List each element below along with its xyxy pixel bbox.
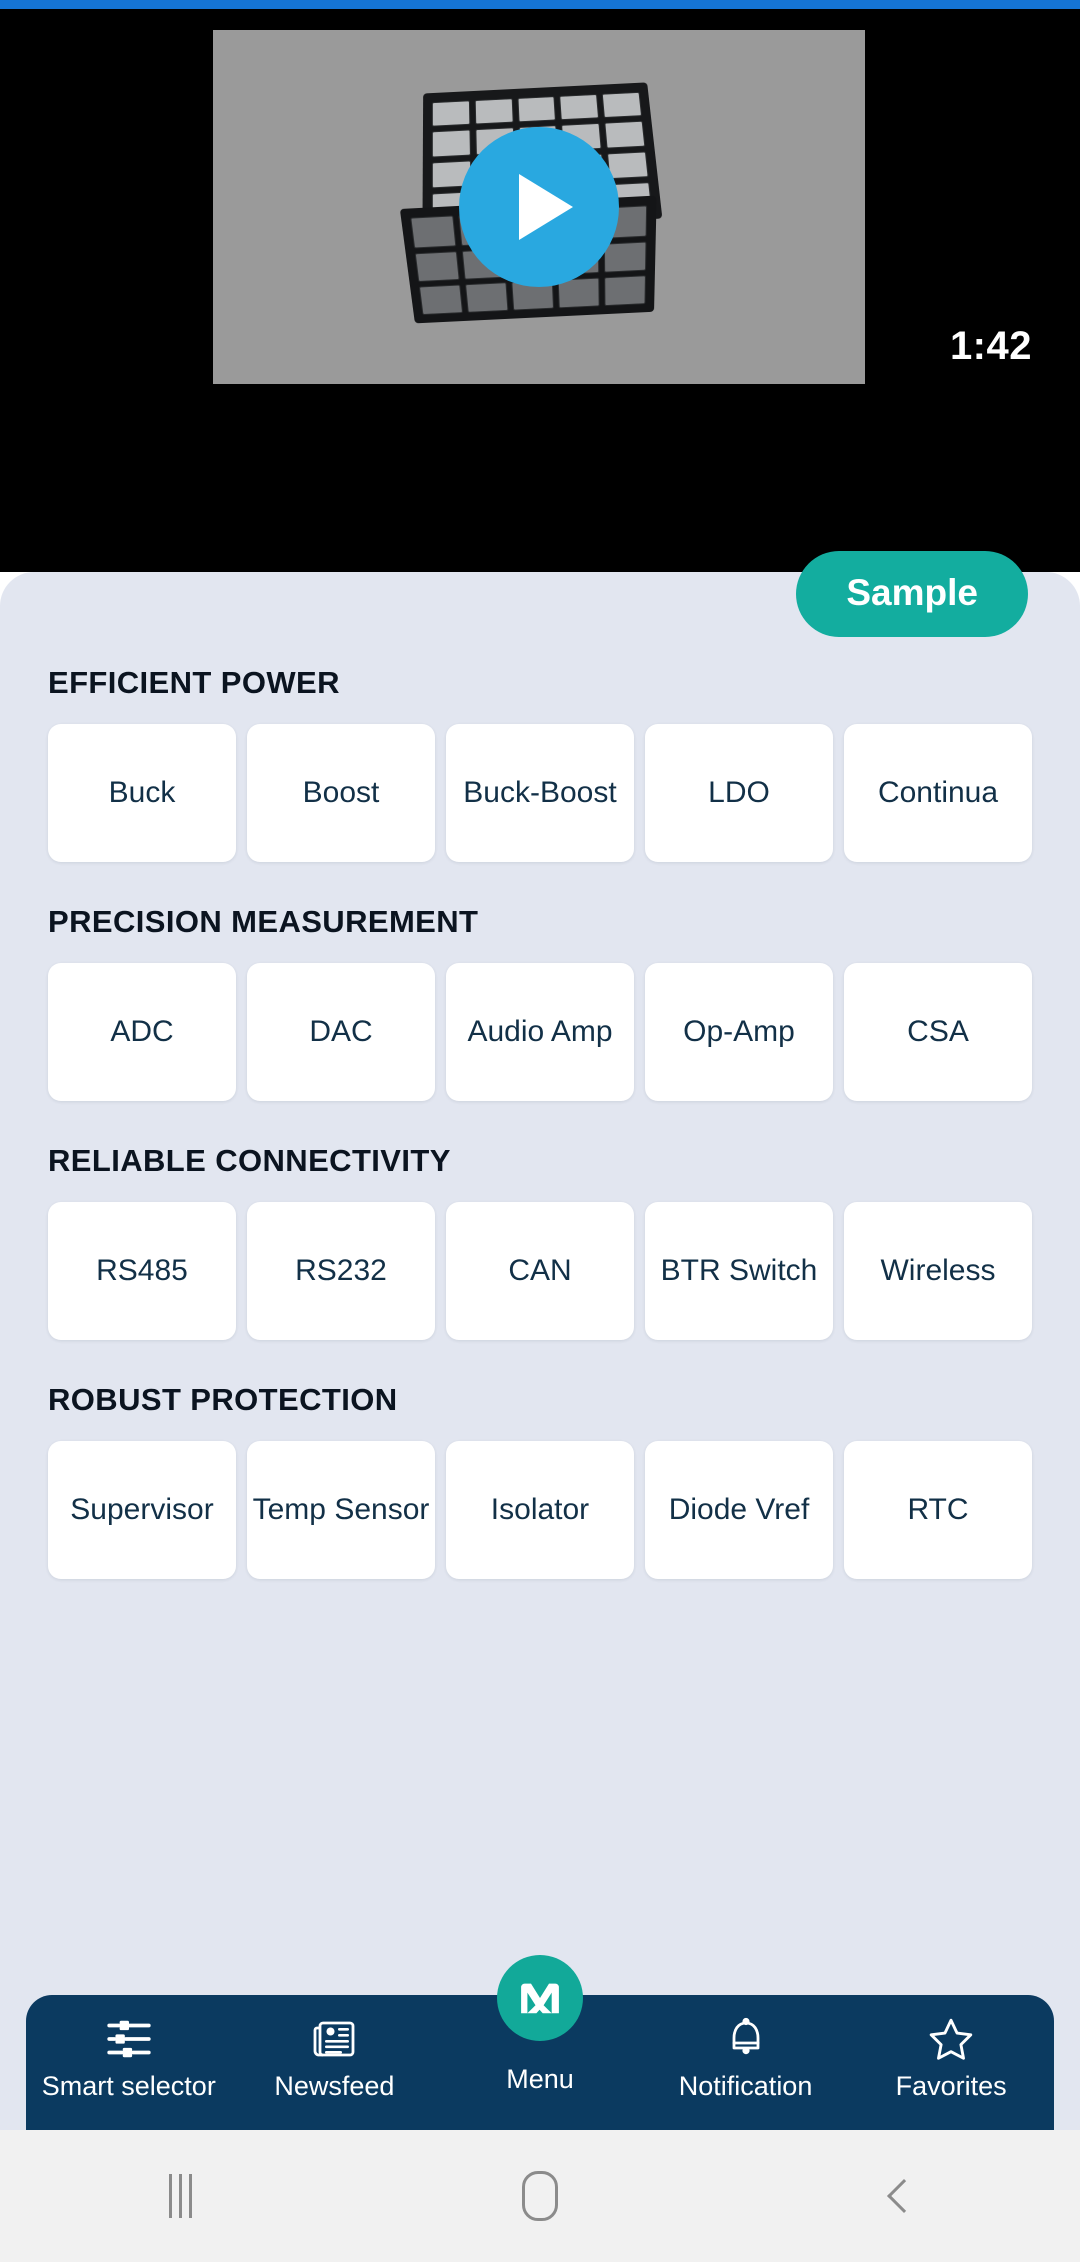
section-title: ROBUST PROTECTION — [48, 1382, 398, 1417]
card-label: Boost — [302, 776, 380, 810]
category-card[interactable]: Op-Amp — [645, 963, 833, 1101]
category-card[interactable]: ADC — [48, 963, 236, 1101]
card-label: BTR Switch — [660, 1254, 818, 1288]
card-label: CSA — [907, 1015, 969, 1049]
sample-button[interactable]: Sample — [796, 551, 1028, 637]
card-label: Buck-Boost — [463, 776, 617, 810]
video-duration: 1:42 — [949, 324, 1032, 368]
card-label: Supervisor — [70, 1493, 214, 1527]
category-card[interactable]: Supervisor — [48, 1441, 236, 1579]
play-triangle — [519, 174, 573, 240]
card-label: Continua — [877, 776, 999, 810]
bell-icon — [719, 2012, 773, 2066]
status-progress-bar — [0, 0, 1080, 9]
category-card[interactable]: RTC — [844, 1441, 1032, 1579]
category-card[interactable]: CSA — [844, 963, 1032, 1101]
card-label: Audio Amp — [467, 1015, 613, 1049]
nav-item-favorites[interactable]: Favorites — [848, 1995, 1054, 2130]
back-glyph — [887, 2179, 921, 2213]
card-label: RS485 — [96, 1254, 188, 1288]
nav-item-notification[interactable]: Notification — [643, 1995, 849, 2130]
category-card[interactable]: DAC — [247, 963, 435, 1101]
nav-label: Notification — [678, 2071, 813, 2101]
recents-glyph — [168, 2174, 192, 2218]
section-efficient-power: EFFICIENT POWER Buck Boost Buck-Boost LD… — [48, 665, 1032, 862]
card-label: RS232 — [295, 1254, 387, 1288]
play-icon[interactable] — [459, 127, 619, 287]
system-navigation-bar — [0, 2130, 1080, 2262]
maxim-logo-icon[interactable] — [496, 1955, 583, 2041]
card-label: CAN — [508, 1254, 572, 1288]
category-sections: EFFICIENT POWER Buck Boost Buck-Boost LD… — [48, 665, 1032, 1621]
card-row: RS485 RS232 CAN BTR Switch Wireless — [48, 1202, 1032, 1340]
category-card[interactable]: Audio Amp — [446, 963, 634, 1101]
card-label: Op-Amp — [683, 1015, 795, 1049]
category-card[interactable]: RS232 — [247, 1202, 435, 1340]
card-label: RTC — [907, 1493, 969, 1527]
category-card[interactable]: Buck — [48, 724, 236, 862]
category-card[interactable]: Continua — [844, 724, 1032, 862]
category-card[interactable]: CAN — [446, 1202, 634, 1340]
category-card[interactable]: Diode Vref — [645, 1441, 833, 1579]
nav-label: Menu — [506, 2064, 574, 2094]
content-sheet: EFFICIENT POWER Buck Boost Buck-Boost LD… — [0, 572, 1080, 2130]
phone-screen: 1:42 EFFICIENT POWER Buck Boost Buck-Boo… — [0, 0, 1080, 2262]
back-icon[interactable] — [720, 2130, 1080, 2262]
card-label: DAC — [309, 1015, 373, 1049]
category-card[interactable]: Wireless — [844, 1202, 1032, 1340]
card-label: Isolator — [490, 1493, 590, 1527]
section-title: EFFICIENT POWER — [48, 665, 340, 700]
nav-item-smart-selector[interactable]: Smart selector — [26, 1995, 232, 2130]
card-label: LDO — [708, 776, 770, 810]
star-icon — [924, 2012, 978, 2066]
category-card[interactable]: LDO — [645, 724, 833, 862]
sliders-icon — [102, 2012, 156, 2066]
nav-label: Favorites — [895, 2071, 1007, 2101]
category-card[interactable]: Buck-Boost — [446, 724, 634, 862]
card-label: Wireless — [880, 1254, 996, 1288]
category-card[interactable]: RS485 — [48, 1202, 236, 1340]
card-label: ADC — [110, 1015, 174, 1049]
card-row: Supervisor Temp Sensor Isolator Diode Vr… — [48, 1441, 1032, 1579]
category-card[interactable]: Boost — [247, 724, 435, 862]
category-card[interactable]: Isolator — [446, 1441, 634, 1579]
category-card[interactable]: BTR Switch — [645, 1202, 833, 1340]
recents-icon[interactable] — [0, 2130, 360, 2262]
nav-label: Newsfeed — [274, 2071, 395, 2101]
section-reliable-connectivity: RELIABLE CONNECTIVITY RS485 RS232 CAN BT… — [48, 1143, 1032, 1340]
card-row: Buck Boost Buck-Boost LDO Continua — [48, 724, 1032, 862]
video-hero: 1:42 — [0, 9, 1080, 572]
bottom-navigation: Smart selector Newsfeed Menu Notificatio… — [26, 1955, 1054, 2130]
card-row: ADC DAC Audio Amp Op-Amp CSA — [48, 963, 1032, 1101]
card-label: Diode Vref — [668, 1493, 810, 1527]
video-thumbnail[interactable] — [213, 30, 865, 384]
card-label: Buck — [108, 776, 176, 810]
section-robust-protection: ROBUST PROTECTION Supervisor Temp Sensor… — [48, 1382, 1032, 1579]
section-title: PRECISION MEASUREMENT — [48, 904, 479, 939]
home-glyph — [522, 2171, 558, 2221]
nav-label: Smart selector — [41, 2071, 216, 2101]
nav-item-newsfeed[interactable]: Newsfeed — [232, 1995, 438, 2130]
home-icon[interactable] — [360, 2130, 720, 2262]
section-precision-measurement: PRECISION MEASUREMENT ADC DAC Audio Amp … — [48, 904, 1032, 1101]
nav-item-menu[interactable]: Menu — [437, 1955, 643, 2130]
newspaper-icon — [307, 2012, 361, 2066]
category-card[interactable]: Temp Sensor — [247, 1441, 435, 1579]
section-title: RELIABLE CONNECTIVITY — [48, 1143, 451, 1178]
card-label: Temp Sensor — [252, 1493, 430, 1527]
